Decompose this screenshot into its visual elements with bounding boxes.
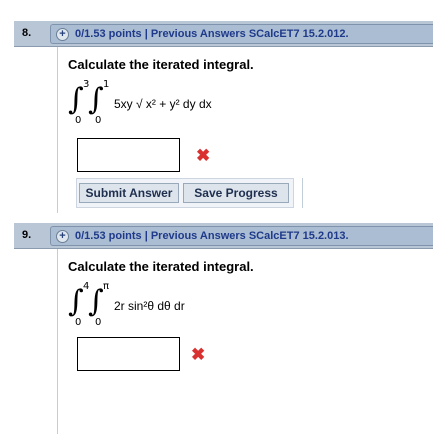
question-9: 9. + 0/1.53 points | Previous Answers SC… — [14, 222, 433, 434]
save-progress-button[interactable]: Save Progress — [183, 183, 289, 203]
divider — [302, 178, 303, 208]
integral-expression: ∫ 3 0 ∫ 1 0 5xy √ x² + y² dy dx — [68, 77, 398, 127]
integrand: 2r sin²θ dθ dr — [114, 299, 185, 313]
inner-upper-limit: π — [103, 281, 110, 292]
outer-integral-sign: ∫ — [68, 82, 84, 117]
outer-lower-limit: 0 — [75, 115, 82, 126]
question-number: 9. — [22, 229, 32, 241]
inner-lower-limit: 0 — [95, 115, 102, 126]
integral-expression: ∫ 4 0 ∫ π 0 2r sin²θ dθ dr — [68, 279, 368, 329]
question-body: Calculate the iterated integral. ∫ 4 0 ∫… — [57, 249, 433, 434]
inner-upper-limit: 1 — [103, 79, 110, 90]
question-prompt: Calculate the iterated integral. — [68, 57, 254, 72]
question-number: 8. — [22, 27, 32, 39]
inner-integral-sign: ∫ — [88, 82, 104, 117]
x-mark-icon: ✖ — [196, 146, 211, 165]
answer-input[interactable] — [77, 337, 180, 371]
answer-input[interactable] — [77, 138, 180, 172]
question-info-text: 0/1.53 points | Previous Answers SCalcET… — [75, 28, 349, 40]
submit-answer-button[interactable]: Submit Answer — [79, 183, 179, 203]
outer-lower-limit: 0 — [75, 317, 82, 328]
question-info-text: 0/1.53 points | Previous Answers SCalcET… — [75, 230, 349, 242]
expand-plus-icon[interactable]: + — [56, 27, 69, 41]
question-info-bar[interactable]: + 0/1.53 points | Previous Answers SCalc… — [50, 226, 433, 246]
inner-integral-sign: ∫ — [88, 284, 104, 319]
question-8: 8. + 0/1.53 points | Previous Answers SC… — [14, 20, 433, 215]
question-info-bar[interactable]: + 0/1.53 points | Previous Answers SCalc… — [50, 24, 433, 44]
x-mark-icon: ✖ — [191, 345, 206, 364]
question-body: Calculate the iterated integral. ∫ 3 0 ∫… — [57, 47, 433, 213]
expand-plus-icon[interactable]: + — [56, 229, 69, 243]
outer-integral-sign: ∫ — [68, 284, 84, 319]
question-header: 9. + 0/1.53 points | Previous Answers SC… — [14, 222, 433, 249]
question-prompt: Calculate the iterated integral. — [68, 259, 254, 274]
inner-lower-limit: 0 — [95, 317, 102, 328]
question-header: 8. + 0/1.53 points | Previous Answers SC… — [14, 20, 433, 47]
integrand: 5xy √ x² + y² dy dx — [114, 97, 212, 111]
